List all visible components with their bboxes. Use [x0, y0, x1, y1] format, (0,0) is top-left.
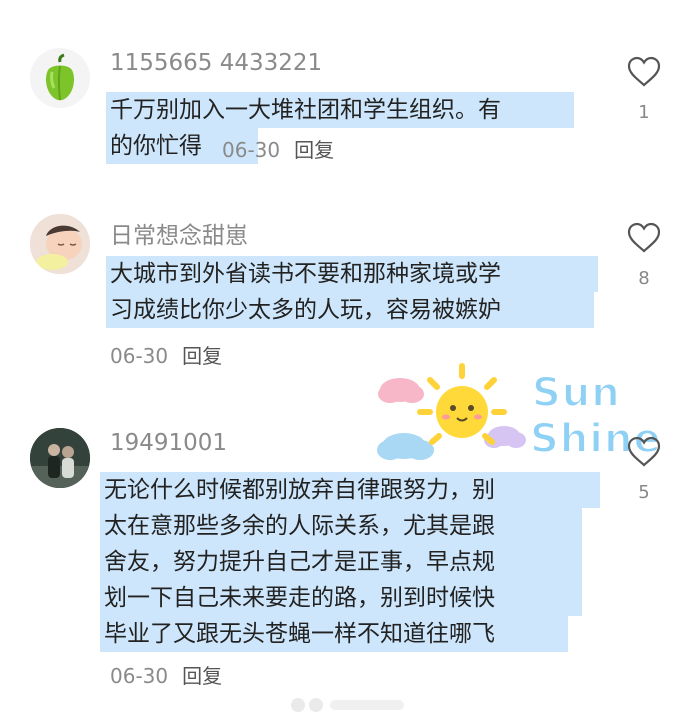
comment-text-line: 无论什么时候都别放弃自律跟努力，别: [100, 472, 600, 508]
like-button[interactable]: 8: [624, 222, 664, 289]
comment-date: 06-30: [222, 138, 281, 162]
comment-meta: 06-30 回复: [222, 134, 334, 163]
avatar[interactable]: [30, 214, 90, 274]
username[interactable]: 19491001: [110, 430, 227, 456]
comment-text-line: 习成绩比你少太多的人玩，容易被嫉妒: [106, 292, 594, 328]
heart-icon: [627, 222, 661, 253]
avatar[interactable]: [30, 48, 90, 108]
like-count: 8: [638, 268, 650, 289]
sticker-word-sun: Sun: [531, 369, 621, 417]
comment-text-line: 毕业了又跟无头苍蝇一样不知道往哪飞: [100, 616, 568, 652]
comment-text-line: 舍友，努力提升自己才是正事，早点规: [100, 544, 582, 580]
like-count: 1: [638, 102, 650, 123]
reply-button[interactable]: 回复: [182, 664, 222, 688]
avatar[interactable]: [30, 428, 90, 488]
sleeping-baby-photo: [30, 214, 90, 274]
reply-button[interactable]: 回复: [294, 138, 334, 162]
comment-text-line: 划一下自己未来要走的路，别到时候快: [100, 580, 582, 616]
comment-meta: 06-30 回复: [110, 340, 222, 369]
like-count: 5: [638, 482, 650, 503]
heart-icon: [627, 56, 661, 87]
username[interactable]: 日常想念甜崽: [110, 216, 248, 250]
couple-photo: [30, 428, 90, 488]
comment-meta: 06-30 回复: [110, 660, 222, 689]
comment-date: 06-30: [110, 344, 169, 368]
reply-button[interactable]: 回复: [182, 344, 222, 368]
like-button[interactable]: 5: [624, 436, 664, 503]
comment-text-line: 太在意那些多余的人际关系，尤其是跟: [100, 508, 582, 544]
heart-icon: [627, 436, 661, 467]
green-pepper-icon: [46, 53, 74, 101]
username[interactable]: 1155665 4433221: [110, 50, 322, 76]
comment-text-line: 大城市到外省读书不要和那种家境或学: [106, 256, 598, 292]
comment-text-line: 千万别加入一大堆社团和学生组织。有: [106, 92, 574, 128]
like-button[interactable]: 1: [624, 56, 664, 123]
watermark-logo: [291, 698, 404, 712]
comment-date: 06-30: [110, 664, 169, 688]
